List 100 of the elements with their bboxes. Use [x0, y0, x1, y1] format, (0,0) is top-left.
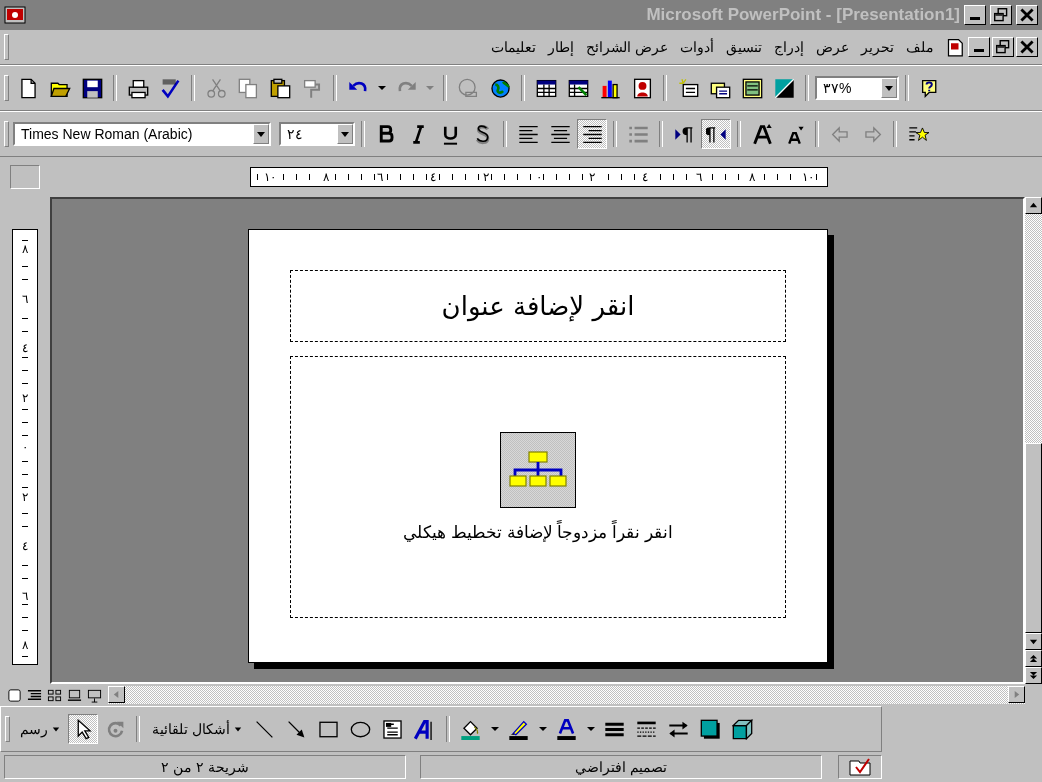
menu-item[interactable]: عرض	[816, 37, 849, 57]
shadow-icon	[700, 718, 722, 740]
minimize-button[interactable]	[964, 5, 986, 25]
scroll-right-button[interactable]	[1008, 686, 1025, 703]
slide-position-status: شريحة ٢ من ٢	[4, 755, 406, 779]
caret-icon	[884, 83, 894, 93]
paint-bucket-icon	[460, 718, 482, 740]
ruler-number: ٦	[21, 588, 29, 603]
scroll-up-button[interactable]	[1025, 197, 1042, 214]
org-chart-icon	[509, 449, 567, 490]
portrait-icon	[631, 77, 653, 99]
spreadsheet-icon	[567, 77, 589, 99]
scroll-left-button[interactable]	[108, 686, 125, 703]
window-title: Microsoft PowerPoint - [Presentation1]	[645, 5, 960, 25]
design-status: تصميم افتراضي	[420, 755, 822, 779]
minimize-button[interactable]	[968, 37, 990, 57]
ruler-number: ٨	[21, 242, 29, 256]
horizontal-scrollbar[interactable]	[108, 686, 1025, 704]
org-chart-button[interactable]	[500, 431, 576, 508]
body-placeholder-text: انقر نقراً مزدوجاً لإضافة تخطيط هيكلي	[403, 521, 673, 543]
font-field[interactable]: Times New Roman (Arabic)	[13, 122, 271, 146]
ruler-number: ٢	[481, 170, 490, 184]
new-slide-icon	[677, 77, 699, 99]
menu-item[interactable]: أدوات	[680, 37, 714, 57]
ruler-number: ٤	[641, 170, 650, 184]
corner-box	[10, 165, 40, 189]
pages-icon	[237, 77, 259, 99]
align-center-icon	[549, 123, 571, 145]
ruler-number: ٢	[588, 170, 597, 184]
scroll-thumb[interactable]	[1025, 443, 1042, 633]
next-slide-button[interactable]	[1025, 667, 1042, 684]
rtl-button[interactable]	[701, 119, 731, 149]
ruler-number: ٦	[375, 170, 384, 184]
contrast-icon	[773, 77, 795, 99]
globe-icon	[489, 77, 511, 99]
menu-item[interactable]: تحرير	[861, 37, 894, 57]
brush-icon	[301, 77, 323, 99]
previous-slide-button[interactable]	[1025, 650, 1042, 667]
body-placeholder[interactable]: انقر نقراً مزدوجاً لإضافة تخطيط هيكلي	[290, 356, 786, 618]
pen-icon	[508, 718, 530, 740]
ruler-number: ١٠	[801, 170, 815, 184]
caret-icon	[256, 129, 266, 139]
close-icon	[1020, 40, 1034, 54]
grid-icon	[46, 687, 62, 703]
down-arrow-icon	[1029, 637, 1038, 646]
menu-item[interactable]: ملف	[906, 37, 934, 57]
close-icon	[1020, 8, 1034, 22]
clipboard-icon	[269, 77, 291, 99]
ruler-number: ٤	[21, 341, 29, 355]
table-icon	[535, 77, 557, 99]
restore-button[interactable]	[992, 37, 1014, 57]
document-icon[interactable]	[946, 37, 966, 57]
minimize-icon	[974, 49, 984, 52]
screen-icon	[86, 687, 102, 703]
align-right-button[interactable]	[577, 119, 607, 149]
align-left-icon	[517, 123, 539, 145]
right-arrow-icon	[1012, 690, 1021, 699]
title-placeholder[interactable]: انقر لإضافة عنوان	[290, 270, 786, 342]
caret-icon	[424, 86, 436, 90]
square-icon	[6, 687, 22, 703]
double-up-arrow-icon	[1029, 654, 1038, 663]
minimize-icon	[970, 17, 980, 20]
ruler-number: ٨	[747, 170, 756, 184]
globe-icon	[457, 77, 479, 99]
scroll-down-button[interactable]	[1025, 633, 1042, 650]
zoom-field[interactable]: ٣٧%	[815, 76, 899, 100]
autoshapes-menu[interactable]: أشكال تلقائية	[146, 714, 248, 744]
ruler-number: ٨	[322, 170, 331, 184]
close-button[interactable]	[1016, 5, 1038, 25]
font-size-field[interactable]: ٢٤	[279, 122, 355, 146]
restore-button[interactable]	[990, 5, 1012, 25]
ruler-number: ٤	[21, 539, 29, 553]
pointer-button[interactable]	[68, 714, 98, 744]
slide-icon	[66, 687, 82, 703]
letter-icon	[751, 123, 773, 145]
caret-icon	[340, 129, 350, 139]
menu-item[interactable]: تنسيق	[726, 37, 762, 57]
menu-item[interactable]: إطار	[548, 37, 575, 57]
text-box-icon	[382, 718, 404, 740]
book-check-icon	[848, 757, 872, 777]
menu-item[interactable]: إدراج	[774, 37, 804, 57]
close-button[interactable]	[1016, 37, 1038, 57]
menu-item[interactable]: تعليمات	[491, 37, 537, 57]
ruler-number: ٦	[694, 170, 703, 184]
cube-icon	[732, 718, 754, 740]
menu-item[interactable]: عرض الشرائح	[586, 37, 668, 57]
printer-icon	[127, 77, 149, 99]
app-icon[interactable]	[4, 6, 26, 24]
left-arrow-icon	[112, 690, 121, 699]
caret-icon	[52, 725, 60, 733]
draw-menu[interactable]: رسم	[14, 714, 66, 744]
ruler-number: ٨	[21, 638, 29, 652]
lines-icon	[26, 687, 42, 703]
up-arrow-icon	[1029, 201, 1038, 210]
restore-icon	[994, 8, 1008, 22]
vertical-scrollbar[interactable]	[1025, 197, 1042, 684]
restore-icon	[996, 40, 1010, 54]
align-right-icon	[581, 123, 603, 145]
ruler-number: ٦	[21, 291, 29, 306]
template-icon	[741, 77, 763, 99]
